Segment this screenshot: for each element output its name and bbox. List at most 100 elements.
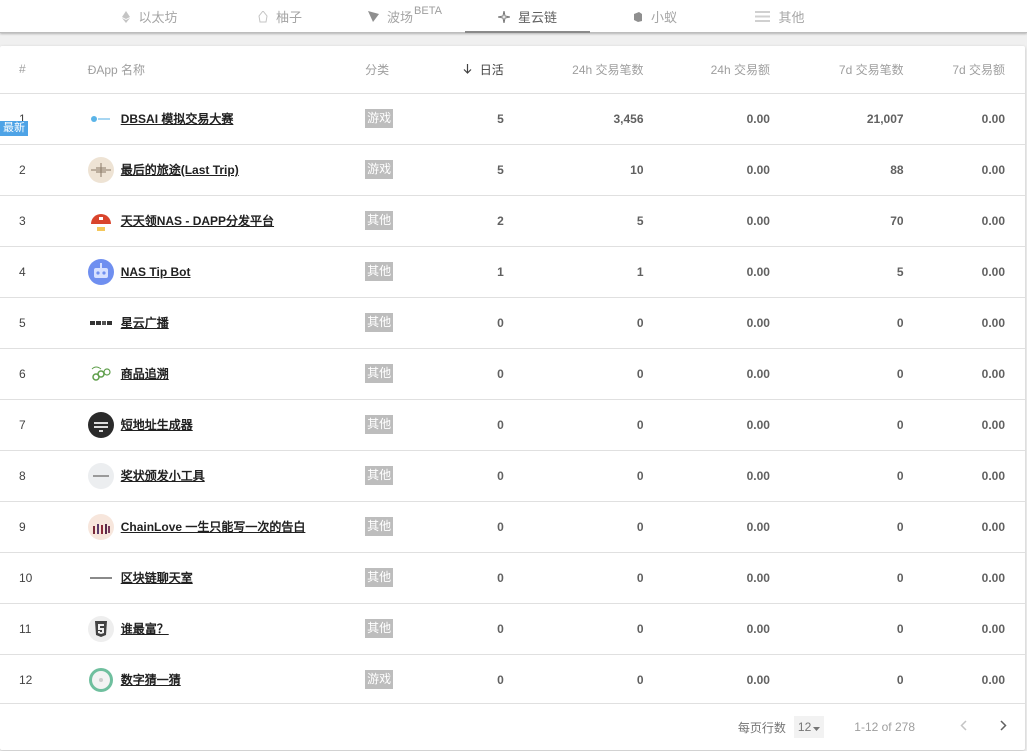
tx-24h-cell: 1 bbox=[636, 264, 644, 279]
html5-logo[interactable] bbox=[87, 615, 114, 642]
dapp-name-link[interactable]: 最后的旅途(Last Trip) bbox=[121, 161, 239, 178]
dau-cell: 0 bbox=[497, 519, 504, 534]
volume-7d-cell: 0.00 bbox=[981, 315, 1005, 330]
table-row[interactable]: 6 商品追溯 其他 0 0 0.00 0 0.00 bbox=[0, 348, 1025, 399]
table-row[interactable]: 4 NAS Tip Bot 其他 1 1 0.00 5 0.00 bbox=[0, 246, 1025, 297]
header-name[interactable]: ÐApp 名称 bbox=[88, 46, 365, 93]
header-category[interactable]: 分类 bbox=[365, 46, 436, 93]
header-tx-24h[interactable]: 24h 交易笔数 bbox=[504, 46, 643, 93]
table-row[interactable]: 3 天天领NAS - DAPP分发平台 其他 2 5 0.00 70 0.00 bbox=[0, 195, 1025, 246]
category-chip: 其他 bbox=[365, 313, 394, 332]
table-row[interactable]: 1 DBSAI 模拟交易大赛 游戏 5 3,456 0.00 21,007 0.00 bbox=[0, 93, 1025, 144]
rank-value: 8 bbox=[19, 468, 26, 483]
table-row[interactable]: 11 谁最富？ 其他 0 0 0.00 0 0.00 bbox=[0, 603, 1025, 654]
tx-7d-cell: 88 bbox=[890, 162, 904, 177]
table-row[interactable]: 8 奖状颁发小工具 其他 0 0 0.00 0 0.00 bbox=[0, 450, 1025, 501]
rank-cell: 3 bbox=[0, 195, 88, 246]
dapp-name-link[interactable]: ChainLove 一生只能写一次的告白 bbox=[121, 518, 306, 535]
dapp-table: # ÐApp 名称 分类 日活 24h 交易笔数 24h 交易额 7d 交易笔数… bbox=[0, 46, 1025, 705]
header-volume-24h[interactable]: 24h 交易额 bbox=[644, 46, 770, 93]
pagination-bar: 每页行数 12 1-12 of 278 bbox=[0, 703, 1025, 750]
dapp-name-link[interactable]: 星云广播 bbox=[121, 314, 169, 331]
last-trip-logo[interactable] bbox=[87, 156, 114, 183]
tiantianling-logo[interactable] bbox=[88, 208, 114, 234]
dapp-name-link[interactable]: 奖状颁发小工具 bbox=[121, 467, 205, 484]
tx-24h-cell: 0 bbox=[636, 315, 644, 330]
rank-cell: 10 bbox=[0, 552, 88, 603]
rank-cell: 8 bbox=[0, 450, 88, 501]
tab-label: 波场 bbox=[387, 10, 414, 25]
volume-7d-cell: 0.00 bbox=[981, 621, 1005, 636]
dapp-name-link[interactable]: 天天领NAS - DAPP分发平台 bbox=[121, 212, 274, 229]
dau-cell: 0 bbox=[497, 468, 504, 483]
tab-other[interactable]: 其他 bbox=[725, 0, 835, 33]
rank-cell: 12 bbox=[0, 654, 88, 705]
rank-value: 6 bbox=[19, 366, 26, 381]
tab-neo[interactable]: 小蚁 bbox=[600, 0, 710, 33]
chatroom-logo[interactable] bbox=[88, 565, 114, 591]
dapp-name-link[interactable]: DBSAI 模拟交易大赛 bbox=[121, 110, 234, 127]
header-volume-7d[interactable]: 7d 交易额 bbox=[904, 46, 1025, 93]
guess-logo[interactable] bbox=[88, 667, 114, 693]
header-tx-7d[interactable]: 7d 交易笔数 bbox=[770, 46, 904, 93]
tx-7d-cell: 5 bbox=[896, 264, 904, 279]
tab-ethereum[interactable]: 以太坊 bbox=[95, 0, 205, 33]
rank-cell: 4 bbox=[0, 246, 88, 297]
table-row[interactable]: 5 星云广播 其他 0 0 0.00 0 0.00 bbox=[0, 297, 1025, 348]
dapp-ranking-card: # ÐApp 名称 分类 日活 24h 交易笔数 24h 交易额 7d 交易笔数… bbox=[0, 46, 1025, 750]
table-row[interactable]: 最新 2 最后的旅途(Last Trip) 游戏 5 10 0.00 88 0.00 bbox=[0, 120, 1025, 195]
table-row[interactable]: 10 区块链聊天室 其他 0 0 0.00 0 0.00 bbox=[0, 552, 1025, 603]
tab-eos[interactable]: 柚子 bbox=[225, 0, 335, 33]
header-dau[interactable]: 日活 bbox=[437, 46, 504, 93]
name-cell: NAS Tip Bot bbox=[87, 246, 365, 297]
name-cell: 最后的旅途(Last Trip) bbox=[87, 144, 365, 195]
chainlove-logo[interactable] bbox=[87, 513, 114, 540]
rank-value: 4 bbox=[19, 264, 26, 279]
tab-nebulas[interactable]: 星云链 bbox=[465, 0, 590, 33]
volume-7d-cell: 0.00 bbox=[981, 213, 1005, 228]
table-row[interactable]: 12 数字猜一猜 游戏 0 0 0.00 0 0.00 bbox=[0, 654, 1025, 705]
tx-7d-cell: 0 bbox=[896, 672, 904, 687]
dapp-name-link[interactable]: 区块链聊天室 bbox=[121, 569, 193, 586]
rank-cell: 5 bbox=[0, 297, 88, 348]
header-dau-label: 日活 bbox=[479, 62, 504, 77]
tab-tron[interactable]: 波场 BETA bbox=[350, 0, 460, 33]
category-cell: 其他 bbox=[365, 399, 436, 450]
dapp-name-link[interactable]: 商品追溯 bbox=[121, 365, 169, 382]
eos-icon bbox=[258, 10, 268, 23]
shorturl-logo[interactable] bbox=[87, 411, 114, 438]
tx-24h-cell: 0 bbox=[636, 417, 644, 432]
table-row[interactable]: 9 ChainLove 一生只能写一次的告白 其他 0 0 0.00 0 0.00 bbox=[0, 501, 1025, 552]
dapp-name-link[interactable]: 数字猜一猜 bbox=[121, 671, 181, 688]
dapp-name-link[interactable]: 短地址生成器 bbox=[121, 416, 193, 433]
volume-24h-cell: 0.00 bbox=[746, 621, 770, 636]
rank-cell: 最新 2 bbox=[0, 120, 88, 195]
rank-value: 11 bbox=[19, 621, 32, 636]
rank-cell: 6 bbox=[0, 348, 88, 399]
category-cell: 其他 bbox=[365, 450, 436, 501]
dapp-name-link[interactable]: 谁最富？ bbox=[121, 620, 169, 637]
dapp-name-link[interactable]: NAS Tip Bot bbox=[121, 265, 191, 279]
chain-tabbar: 以太坊 柚子 波场 BETA 星云链 小蚁 其他 bbox=[0, 0, 1027, 33]
category-cell: 其他 bbox=[365, 246, 436, 297]
volume-7d-cell: 0.00 bbox=[981, 366, 1005, 381]
tx-7d-cell: 0 bbox=[896, 519, 904, 534]
name-cell: 区块链聊天室 bbox=[88, 552, 365, 603]
dau-cell: 0 bbox=[497, 417, 504, 432]
trace-logo[interactable] bbox=[88, 361, 114, 387]
rows-per-page-select[interactable]: 12 bbox=[793, 716, 825, 738]
tx-7d-cell: 0 bbox=[896, 417, 904, 432]
next-page-button[interactable] bbox=[983, 707, 1023, 747]
dau-cell: 0 bbox=[497, 621, 504, 636]
robot-logo[interactable] bbox=[87, 258, 114, 285]
name-cell: 奖状颁发小工具 bbox=[87, 450, 365, 501]
previous-page-button[interactable] bbox=[943, 707, 983, 747]
rank-value: 10 bbox=[19, 570, 33, 585]
table-row[interactable]: 7 短地址生成器 其他 0 0 0.00 0 0.00 bbox=[0, 399, 1025, 450]
certificate-logo[interactable] bbox=[87, 462, 114, 489]
tx-7d-cell: 0 bbox=[896, 621, 904, 636]
dbsai-logo[interactable] bbox=[88, 106, 114, 132]
broadcast-logo[interactable] bbox=[88, 310, 114, 336]
rank-value: 2 bbox=[19, 162, 26, 177]
category-cell: 其他 bbox=[365, 195, 436, 246]
